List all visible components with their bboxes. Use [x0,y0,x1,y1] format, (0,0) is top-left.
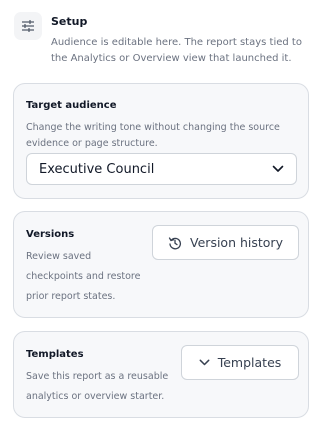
setup-title: Setup [51,15,88,28]
target-audience-description: Change the writing tone without changing… [26,122,280,149]
templates-description-line: Save this report as a reusable [26,371,169,382]
target-audience-title: Target audience [26,100,117,111]
target-audience-card: Target audience Change the writing tone … [13,83,309,199]
templates-card: Templates Save this report as a reusable… [13,331,309,418]
versions-description-line: Review saved [26,251,92,262]
templates-description-line: analytics or overview starter. [26,391,165,402]
audience-select[interactable]: Executive Council [26,153,297,185]
setup-header: Setup Audience is editable here. The rep… [14,12,314,72]
versions-title: Versions [26,229,75,240]
versions-description-line: checkpoints and restore [26,271,141,282]
versions-description-line: prior report states. [26,291,116,302]
chevron-down-icon [272,165,284,173]
sliders-icon [14,12,42,40]
templates-button-label: Templates [217,355,282,370]
history-icon [168,236,182,250]
version-history-button[interactable]: Version history [152,225,299,260]
versions-card: Versions Review saved checkpoints and re… [13,211,309,318]
templates-title: Templates [26,349,84,360]
chevron-down-icon [199,359,210,366]
templates-button[interactable]: Templates [181,345,299,380]
templates-description: Save this report as a reusable analytics… [26,367,168,407]
versions-description: Review saved checkpoints and restore pri… [26,247,140,307]
version-history-label: Version history [190,235,283,250]
setup-description: Audience is editable here. The report st… [51,37,302,64]
audience-select-value: Executive Council [39,161,155,177]
